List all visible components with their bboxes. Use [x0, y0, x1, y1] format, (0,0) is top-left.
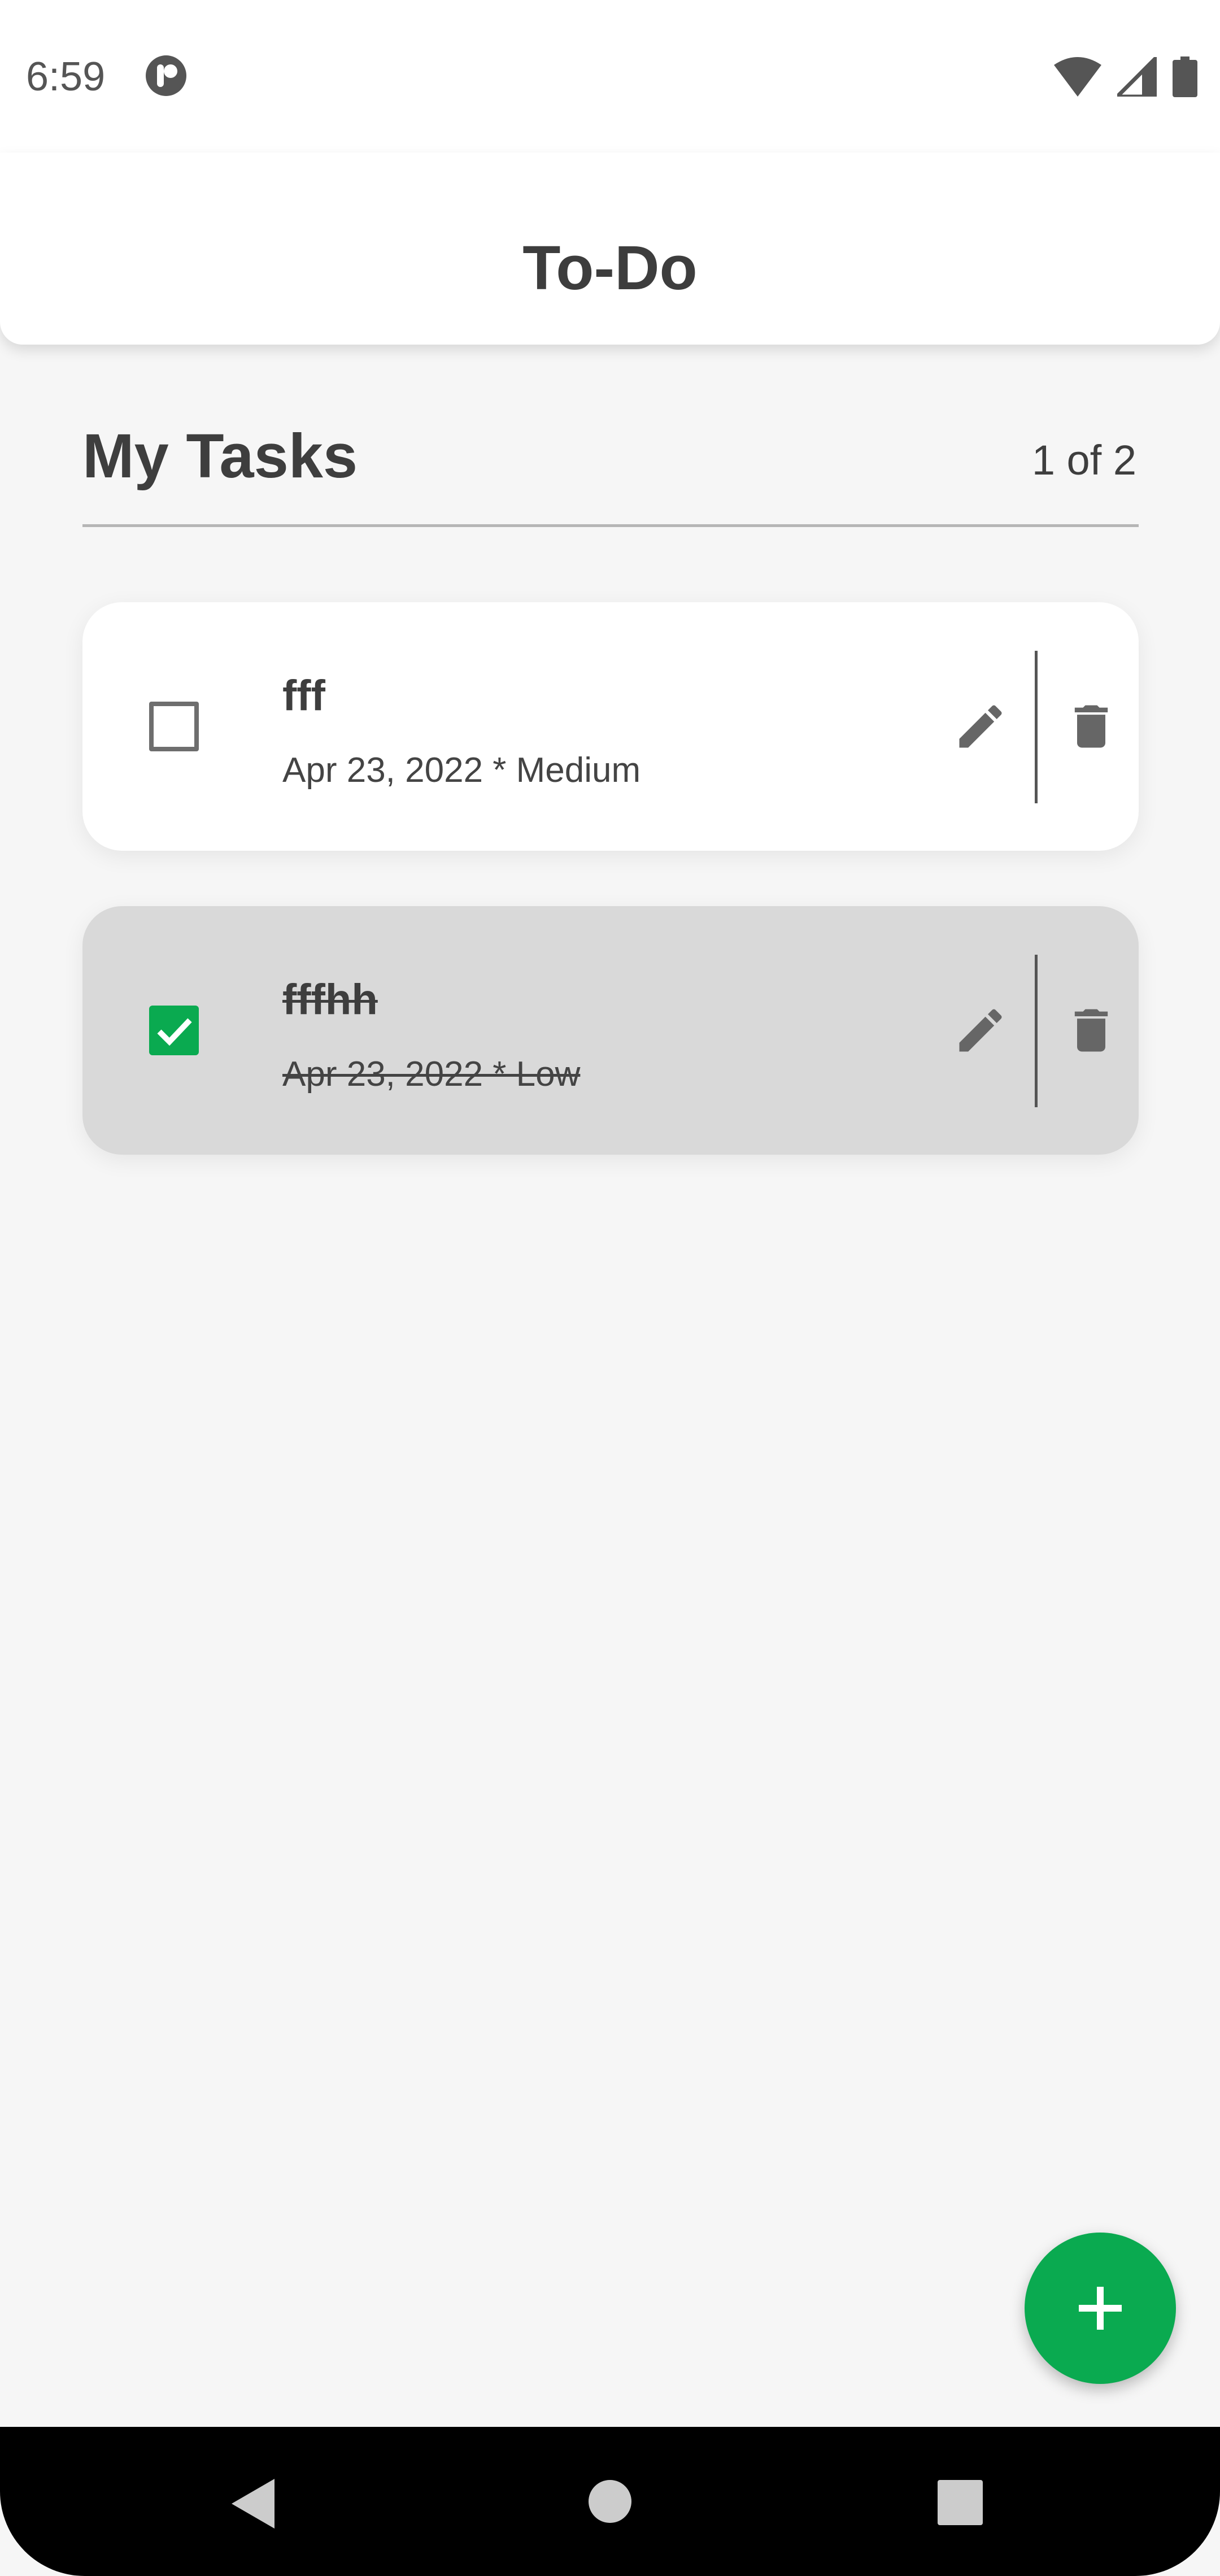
- navigation-bar: [0, 2427, 1220, 2576]
- task-title: fffhh: [282, 976, 378, 1024]
- home-icon[interactable]: [587, 2479, 633, 2524]
- pencil-icon[interactable]: [952, 1002, 1009, 1059]
- task-meta: Apr 23, 2022 * Low: [282, 1055, 581, 1094]
- action-divider: [1035, 955, 1038, 1107]
- back-icon[interactable]: [229, 2477, 278, 2531]
- checkmark-icon: [157, 1018, 192, 1046]
- app-header: To-Do: [0, 153, 1220, 345]
- status-time: 6:59: [26, 54, 106, 99]
- app-notification-icon: [146, 55, 186, 96]
- task-checkbox[interactable]: [149, 702, 199, 751]
- section-divider: [82, 524, 1139, 527]
- task-checkbox[interactable]: [149, 1006, 199, 1055]
- task-card[interactable]: fffhh Apr 23, 2022 * Low: [82, 906, 1139, 1155]
- add-task-button[interactable]: [1025, 2233, 1176, 2384]
- recents-icon[interactable]: [936, 2479, 984, 2526]
- battery-icon: [1173, 56, 1197, 97]
- wifi-icon: [1054, 57, 1101, 97]
- status-icons: [1054, 54, 1197, 99]
- pencil-icon[interactable]: [952, 698, 1009, 755]
- task-count: 1 of 2: [1031, 437, 1136, 484]
- signal-icon: [1117, 57, 1157, 97]
- task-card[interactable]: fff Apr 23, 2022 * Medium: [82, 602, 1139, 851]
- app-title: To-Do: [522, 233, 698, 303]
- status-bar: 6:59: [0, 0, 1220, 153]
- trash-icon[interactable]: [1063, 698, 1119, 755]
- task-meta: Apr 23, 2022 * Medium: [282, 751, 641, 790]
- task-title: fff: [282, 672, 325, 720]
- plus-icon: [1079, 2287, 1122, 2330]
- section-title: My Tasks: [82, 421, 358, 491]
- trash-icon[interactable]: [1063, 1002, 1119, 1059]
- action-divider: [1035, 651, 1038, 803]
